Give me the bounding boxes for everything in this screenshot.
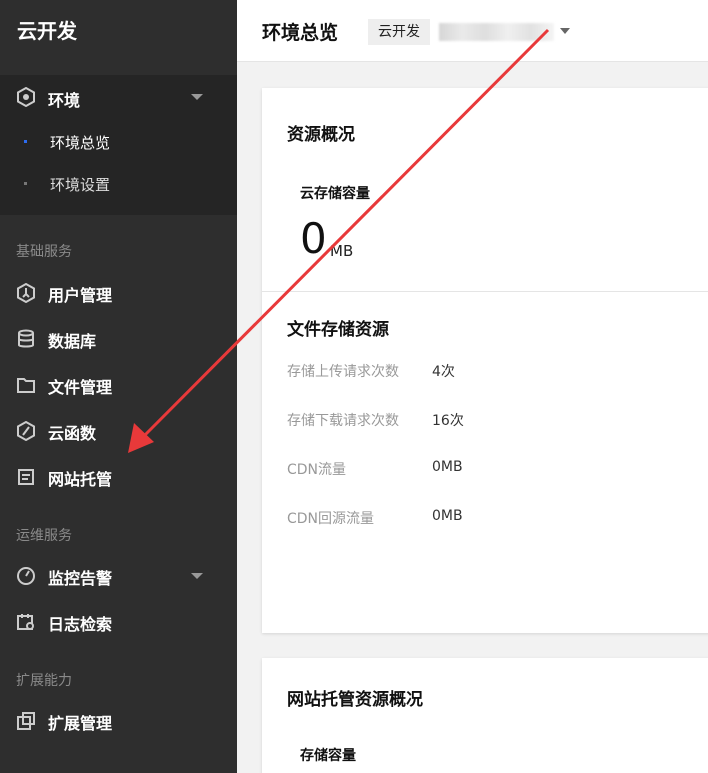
sidebar-item-label: 监控告警 — [48, 569, 113, 588]
hosting-icon — [18, 469, 34, 485]
active-dot-icon — [24, 140, 27, 143]
storage-label: 云存储容量 — [300, 186, 370, 202]
row-value: 0MB — [432, 508, 463, 524]
user-icon — [17, 283, 35, 303]
sidebar-item-label: 环境设置 — [50, 176, 111, 194]
sidebar-item-label: 用户管理 — [48, 286, 113, 305]
section-title-basic: 基础服务 — [16, 244, 72, 260]
page-title: 环境总览 — [262, 22, 339, 44]
list-item: CDN流量 0MB — [287, 459, 707, 479]
dot-icon — [24, 182, 27, 185]
list-item: 存储下载请求次数 16次 — [287, 410, 707, 430]
sidebar-item-monitoring[interactable]: 监控告警 — [0, 556, 237, 596]
sidebar-item-label: 环境总览 — [50, 134, 111, 152]
calendar-search-icon — [17, 614, 34, 630]
gauge-icon — [17, 567, 35, 585]
sidebar-item-label: 数据库 — [48, 332, 97, 351]
sidebar-item-files[interactable]: 文件管理 — [0, 365, 237, 405]
sidebar-item-extensions[interactable]: 扩展管理 — [0, 701, 237, 741]
sidebar-item-env-overview[interactable]: 环境总览 — [0, 122, 237, 162]
row-key: 存储下载请求次数 — [287, 413, 399, 429]
env-group-header[interactable]: 环境 — [0, 75, 237, 119]
list-item: 存储上传请求次数 4次 — [287, 361, 707, 381]
storage-unit: MB — [330, 242, 354, 260]
row-value: 16次 — [432, 413, 464, 429]
list-item: CDN回源流量 0MB — [287, 508, 707, 528]
row-value: 0MB — [432, 459, 463, 475]
env-id-select[interactable] — [439, 23, 554, 41]
folder-icon — [17, 378, 35, 393]
hosting-storage-label: 存储容量 — [300, 748, 356, 764]
card-title: 网站托管资源概况 — [287, 690, 423, 710]
function-icon — [17, 421, 35, 441]
database-icon — [18, 329, 34, 348]
sidebar-item-label: 文件管理 — [48, 378, 113, 397]
divider — [262, 291, 708, 292]
env-group: 环境 环境总览 环境设置 — [0, 75, 237, 215]
sidebar-item-users[interactable]: 用户管理 — [0, 273, 237, 313]
env-icon — [17, 87, 35, 107]
row-key: CDN回源流量 — [287, 511, 375, 527]
card-title: 资源概况 — [287, 125, 355, 145]
row-key: CDN流量 — [287, 462, 347, 478]
resource-overview-card: 资源概况 云存储容量 0 MB 文件存储资源 存储上传请求次数 4次 存储下载请… — [262, 88, 708, 633]
top-header: 环境总览 云开发 — [237, 0, 708, 62]
sidebar-item-env-settings[interactable]: 环境设置 — [0, 164, 237, 204]
section-title-extensions: 扩展能力 — [16, 673, 72, 689]
env-tag: 云开发 — [368, 19, 430, 45]
section-title-ops: 运维服务 — [16, 528, 72, 544]
sidebar-item-database[interactable]: 数据库 — [0, 319, 237, 359]
row-value: 4次 — [432, 364, 455, 380]
chevron-down-icon — [191, 573, 203, 579]
storage-value: 0 — [300, 214, 327, 263]
sidebar-item-hosting[interactable]: 网站托管 — [0, 457, 237, 497]
sidebar-item-label: 扩展管理 — [48, 714, 113, 733]
sidebar-item-label: 日志检索 — [48, 615, 113, 634]
env-group-label: 环境 — [48, 91, 81, 110]
brand-title: 云开发 — [0, 0, 237, 62]
file-storage-title: 文件存储资源 — [287, 320, 389, 340]
sidebar-item-logs[interactable]: 日志检索 — [0, 602, 237, 642]
sidebar-item-label: 云函数 — [48, 424, 97, 443]
sidebar: 云开发 环境 环境总览 环境设置 基础服务 用户管理 数据库 文件管理 云函数 … — [0, 0, 237, 773]
sidebar-item-functions[interactable]: 云函数 — [0, 411, 237, 451]
chevron-down-icon — [191, 94, 203, 100]
extension-icon — [17, 712, 35, 730]
hosting-overview-card: 网站托管资源概况 存储容量 — [262, 658, 708, 773]
chevron-down-icon[interactable] — [560, 28, 570, 34]
row-key: 存储上传请求次数 — [287, 364, 399, 380]
sidebar-item-label: 网站托管 — [48, 470, 113, 489]
